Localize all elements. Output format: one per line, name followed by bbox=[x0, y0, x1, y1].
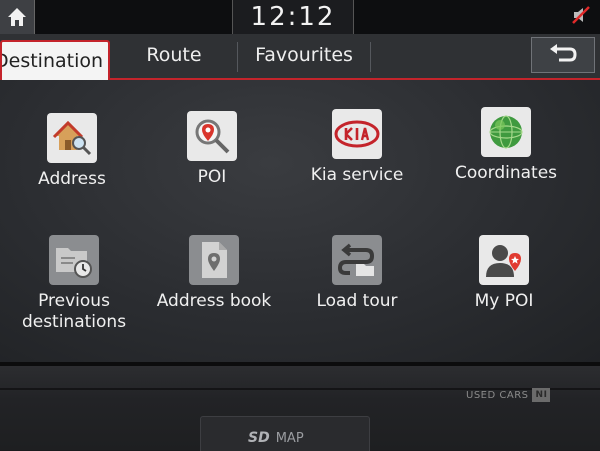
watermark-text: USED CARS bbox=[466, 389, 529, 401]
sd-map-label: SD MAP bbox=[248, 430, 304, 446]
back-button[interactable] bbox=[531, 37, 595, 73]
address-button[interactable]: Address bbox=[0, 113, 147, 190]
kia-service-button[interactable]: Kia service bbox=[282, 109, 432, 186]
address-book-icon bbox=[189, 235, 239, 285]
load-tour-button[interactable]: Load tour bbox=[282, 235, 432, 312]
status-bar: 12:12 bbox=[0, 0, 600, 34]
mute-icon bbox=[566, 2, 596, 28]
load-tour-label: Load tour bbox=[316, 291, 398, 311]
coordinates-label: Coordinates bbox=[454, 163, 558, 183]
previous-destinations-button[interactable]: Previous destinations bbox=[0, 235, 149, 333]
coordinates-button[interactable]: Coordinates bbox=[431, 107, 581, 184]
navigation-screen: 12:12 Destination Route Favourites Addre… bbox=[0, 0, 600, 362]
address-label: Address bbox=[38, 169, 106, 189]
poi-label: POI bbox=[197, 167, 227, 187]
kia-logo-icon bbox=[332, 109, 382, 159]
clock: 12:12 bbox=[232, 0, 354, 34]
tab-divider bbox=[370, 42, 371, 72]
tab-route-label: Route bbox=[146, 44, 202, 66]
kia-service-label: Kia service bbox=[310, 165, 404, 185]
sd-logo: SD bbox=[248, 430, 270, 446]
previous-destinations-label: Previous destinations bbox=[21, 291, 127, 332]
my-poi-icon bbox=[479, 235, 529, 285]
poi-search-icon bbox=[187, 111, 237, 161]
watermark-badge: NI bbox=[532, 388, 551, 402]
my-poi-label: My POI bbox=[474, 291, 534, 311]
my-poi-button[interactable]: My POI bbox=[429, 235, 579, 312]
home-icon bbox=[8, 8, 26, 26]
tab-destination[interactable]: Destination bbox=[0, 40, 110, 80]
globe-icon bbox=[481, 107, 531, 157]
poi-button[interactable]: POI bbox=[137, 111, 287, 188]
tab-favourites-label: Favourites bbox=[255, 44, 353, 66]
tab-bar: Destination Route Favourites bbox=[0, 34, 600, 80]
address-book-label: Address book bbox=[156, 291, 272, 311]
house-search-icon bbox=[47, 113, 97, 163]
back-arrow-icon bbox=[550, 44, 577, 62]
address-book-button[interactable]: Address book bbox=[139, 235, 289, 312]
tab-favourites[interactable]: Favourites bbox=[238, 38, 370, 72]
sd-map-text: MAP bbox=[275, 430, 304, 446]
watermark: USED CARS NI bbox=[466, 388, 551, 402]
tab-destination-label: Destination bbox=[0, 50, 104, 72]
load-tour-icon bbox=[332, 235, 382, 285]
home-button[interactable] bbox=[0, 0, 35, 34]
history-folder-icon bbox=[49, 235, 99, 285]
tab-route[interactable]: Route bbox=[112, 38, 236, 72]
